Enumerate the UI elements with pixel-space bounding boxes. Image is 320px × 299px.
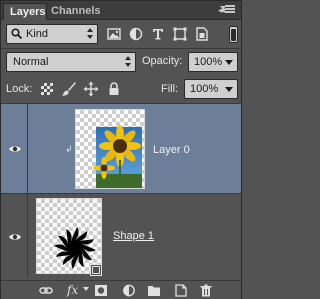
lock-all-icon[interactable] xyxy=(106,81,122,97)
fill-value: 100% xyxy=(190,83,219,95)
panel-tab-bar: Layers Channels ◂◂ xyxy=(1,1,241,20)
chevron-down-icon xyxy=(83,287,89,291)
divider xyxy=(1,48,241,49)
shape-filter-icon[interactable] xyxy=(172,26,188,42)
lock-label: Lock: xyxy=(6,83,33,95)
opacity-label: Opacity: xyxy=(142,55,183,67)
add-mask-icon[interactable] xyxy=(94,284,108,297)
layers-footer-toolbar: fx xyxy=(1,280,241,299)
sun-shape-graphic xyxy=(54,227,96,269)
lock-transparency-icon[interactable] xyxy=(39,81,55,97)
layer-name[interactable]: Shape 1 xyxy=(113,230,154,242)
chevron-down-icon[interactable] xyxy=(225,87,233,92)
clipping-arrow-icon: ↲ xyxy=(65,144,73,154)
link-layers-icon[interactable] xyxy=(39,284,53,297)
layers-list: ↲ Layer 0 Shape 1 xyxy=(1,104,241,278)
visibility-column xyxy=(1,194,28,278)
smart-object-filter-icon[interactable] xyxy=(194,26,210,42)
lock-position-icon[interactable] xyxy=(83,81,99,97)
updown-arrows-icon xyxy=(87,27,94,41)
blend-mode-select[interactable]: Normal xyxy=(6,52,136,72)
adjustment-filter-icon[interactable] xyxy=(128,26,144,42)
lock-pixels-icon[interactable] xyxy=(61,81,77,97)
layer-thumbnail[interactable] xyxy=(36,198,102,274)
sunflower-photo xyxy=(93,125,142,188)
panel-menu-icon[interactable] xyxy=(220,5,237,15)
layers-panel: Layers Channels ◂◂ Kind Normal Opacity: … xyxy=(0,0,242,299)
filter-kind-label: Kind xyxy=(26,28,49,40)
filter-toggle-switch[interactable] xyxy=(229,26,238,43)
layer-name[interactable]: Layer 0 xyxy=(153,144,190,156)
eye-icon[interactable] xyxy=(8,232,22,242)
delete-layer-icon[interactable] xyxy=(199,284,213,297)
layer-row[interactable]: ↲ Layer 0 xyxy=(1,104,241,193)
opacity-value: 100% xyxy=(194,56,223,68)
filter-kind-select[interactable]: Kind xyxy=(6,24,98,44)
blend-row: Normal Opacity: 100% xyxy=(6,52,238,72)
tab-layers[interactable]: Layers xyxy=(3,3,47,20)
opacity-field[interactable]: 100% xyxy=(188,52,238,72)
image-filter-icon[interactable] xyxy=(106,26,122,42)
fill-label: Fill: xyxy=(161,83,179,95)
vector-mask-badge-icon xyxy=(90,264,102,276)
new-layer-icon[interactable] xyxy=(174,284,188,297)
new-group-icon[interactable] xyxy=(147,284,161,297)
type-filter-icon[interactable] xyxy=(150,26,166,42)
visibility-column xyxy=(1,104,28,193)
adjustment-layer-icon[interactable] xyxy=(122,284,136,297)
layer-filter-row: Kind xyxy=(6,24,238,44)
search-icon xyxy=(11,28,22,39)
layer-row[interactable]: Shape 1 xyxy=(1,194,241,278)
lock-row: Lock: Fill: 100% xyxy=(6,79,238,99)
eye-icon[interactable] xyxy=(8,144,22,154)
fill-field[interactable]: 100% xyxy=(184,79,238,99)
blend-mode-value: Normal xyxy=(13,56,49,68)
layer-thumbnail[interactable] xyxy=(75,109,145,189)
chevron-down-icon[interactable] xyxy=(225,60,233,65)
updown-arrows-icon xyxy=(125,55,132,69)
tab-channels[interactable]: Channels xyxy=(45,3,107,20)
